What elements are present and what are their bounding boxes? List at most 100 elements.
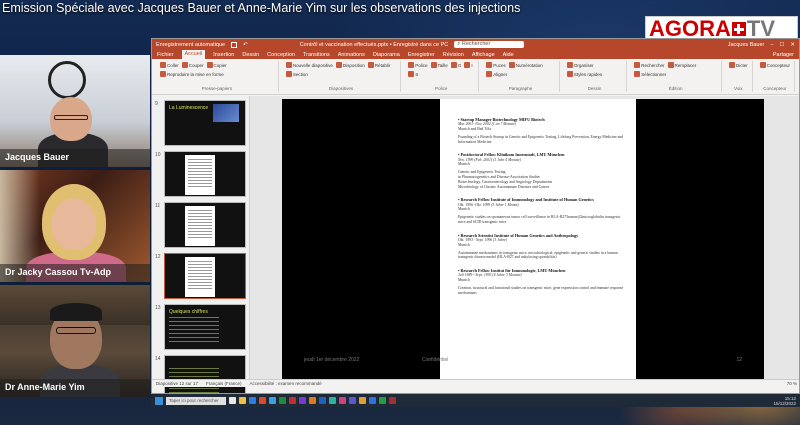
ribbon-button[interactable]: Sélectionner	[634, 71, 666, 77]
accessibility-indicator[interactable]: Accessibilité : examen recommandé	[250, 381, 322, 386]
ribbon-button[interactable]: Police	[408, 62, 428, 68]
tab-aide[interactable]: Aide	[503, 52, 514, 58]
ribbon-button[interactable]: Rechercher	[634, 62, 665, 68]
ribbon-button[interactable]: Rétablir	[367, 62, 391, 68]
windows-start-icon[interactable]	[155, 396, 163, 405]
powerpoint-window: Enregistrement automatique ↶ Contrôl et …	[151, 38, 800, 394]
current-slide[interactable]: • Startup Manager Biotechnology MIFU Bio…	[282, 99, 764, 381]
ribbon-button[interactable]: Disposition	[335, 62, 365, 68]
ribbon-button-label: Aligner	[493, 71, 508, 77]
ribbon-group-label: Presse-papiers	[201, 86, 233, 91]
ribbon-button[interactable]: Puces	[486, 62, 506, 68]
maximize-icon[interactable]: ☐	[779, 42, 784, 48]
user-name[interactable]: Jacques Bauer	[728, 42, 765, 48]
ribbon-command-icon	[508, 62, 515, 68]
ribbon-command-icon	[464, 62, 471, 68]
share-button[interactable]: Partager	[773, 52, 794, 58]
ribbon-command-icon	[728, 62, 735, 68]
taskbar-app-icon[interactable]	[339, 397, 346, 404]
taskbar-app-icon[interactable]	[319, 397, 326, 404]
taskbar-app-icon[interactable]	[259, 397, 266, 404]
ribbon-button[interactable]: Concepteur	[759, 62, 790, 68]
slide-thumbnail[interactable]: 14	[155, 355, 246, 393]
ribbon-command-icon	[634, 62, 641, 68]
taskbar-app-icon[interactable]	[359, 397, 366, 404]
save-icon[interactable]	[231, 41, 238, 48]
tab-fichier[interactable]: Fichier	[157, 52, 174, 58]
ribbon-group-items: Rechercher Remplacer Sélectionner	[634, 62, 717, 77]
taskbar-app-icon[interactable]	[349, 397, 356, 404]
autosave-toggle[interactable]: Enregistrement automatique	[156, 42, 225, 48]
ribbon-button-label: Section	[292, 71, 308, 77]
ribbon-button[interactable]: Couper	[181, 62, 204, 68]
ribbon-button[interactable]: G	[450, 62, 461, 68]
ribbon-group-items: Concepteur	[759, 62, 790, 68]
taskbar-app-icon[interactable]	[229, 397, 236, 404]
minimize-icon[interactable]: –	[770, 42, 773, 48]
ribbon-group-label: Concepteur	[763, 86, 787, 91]
ribbon-command-icon	[667, 62, 674, 68]
taskbar-search-input[interactable]: Taper ici pour rechercher	[166, 396, 226, 405]
ribbon-command-icon	[759, 62, 766, 68]
ribbon: Coller Couper Copier Reproduire la mise en …	[152, 59, 799, 95]
ribbon-button[interactable]: Numérotation	[508, 62, 543, 68]
ribbon-button[interactable]: Reproduire la mise en forme	[160, 71, 224, 77]
slide-thumbnail[interactable]: 11	[155, 202, 246, 248]
tab-animations[interactable]: Animations	[338, 52, 365, 58]
ribbon-button-label: Rétablir	[374, 62, 391, 68]
slide-thumbnail[interactable]: 10	[155, 151, 246, 197]
tab-transitions[interactable]: Transitions	[303, 52, 330, 58]
taskbar-app-icon[interactable]	[249, 397, 256, 404]
slide-thumbnail-pane[interactable]: 9 La Luminescence 10 11 12 13 Quelques chiffre…	[152, 96, 250, 393]
taskbar-app-icon[interactable]	[299, 397, 306, 404]
ribbon-button[interactable]: Section	[285, 71, 308, 77]
ribbon-button[interactable]: Coller	[160, 62, 179, 68]
ribbon-button-label: Nouvelle diapositive	[292, 62, 333, 68]
tab-enregistrer[interactable]: Enregistrer	[408, 52, 435, 58]
cv-entry-line: Autoimmune mechanisms in transgenic mice…	[458, 250, 618, 260]
taskbar-app-icon[interactable]	[309, 397, 316, 404]
slide-thumbnail-number: 13	[155, 305, 161, 311]
tab-accueil[interactable]: Accueil	[181, 50, 206, 59]
slide-thumbnail[interactable]: 13 Quelques chiffres	[155, 304, 246, 350]
zoom-level[interactable]: 70 %	[787, 381, 797, 386]
ribbon-button[interactable]: Copier	[206, 62, 227, 68]
tab-conception[interactable]: Conception	[267, 52, 295, 58]
taskbar-app-icon[interactable]	[379, 397, 386, 404]
ribbon-command-icon	[408, 62, 415, 68]
ribbon-button[interactable]: Taille	[430, 62, 448, 68]
ribbon-button[interactable]: Dicter	[728, 62, 748, 68]
tab-r-vision[interactable]: Révision	[443, 52, 464, 58]
participant-name-label: Dr Jacky Cassou Tv-Adp	[0, 264, 150, 282]
windows-taskbar: Taper ici pour rechercher 15:12 15/12/20…	[151, 394, 800, 407]
ribbon-button[interactable]: Remplacer	[667, 62, 697, 68]
ribbon-button[interactable]: Organiser	[566, 62, 594, 68]
ribbon-button-label: Remplacer	[674, 62, 697, 68]
ribbon-button[interactable]: Nouvelle diapositive	[285, 62, 333, 68]
language-indicator[interactable]: Français (France)	[206, 381, 242, 386]
taskbar-app-icon[interactable]	[369, 397, 376, 404]
ribbon-command-icon	[566, 71, 573, 77]
thumbnail-document-preview	[185, 155, 215, 195]
taskbar-app-icon[interactable]	[279, 397, 286, 404]
tab-affichage[interactable]: Affichage	[472, 52, 495, 58]
undo-icon[interactable]: ↶	[243, 42, 248, 48]
ribbon-button[interactable]: Styles rapides	[566, 71, 602, 77]
taskbar-app-icon[interactable]	[289, 397, 296, 404]
taskbar-app-icon[interactable]	[239, 397, 246, 404]
tab-insertion[interactable]: Insertion	[213, 52, 234, 58]
taskbar-app-icon[interactable]	[389, 397, 396, 404]
search-box[interactable]: ⌕ Rechercher	[454, 41, 525, 48]
ribbon-button[interactable]: Aligner	[486, 71, 507, 77]
slide-thumbnail[interactable]: 9 La Luminescence	[155, 100, 246, 146]
ribbon-button[interactable]: S	[408, 71, 418, 77]
ribbon-group: Organiser Styles rapides Dessin	[563, 61, 628, 92]
taskbar-app-icon[interactable]	[269, 397, 276, 404]
ribbon-button[interactable]: I	[464, 62, 473, 68]
slide-thumbnail[interactable]: 12	[155, 253, 246, 299]
tab-diaporama[interactable]: Diaporama	[373, 52, 400, 58]
taskbar-clock[interactable]: 15:12 15/12/2022	[773, 396, 796, 406]
tab-dessin[interactable]: Dessin	[242, 52, 259, 58]
taskbar-app-icon[interactable]	[329, 397, 336, 404]
close-icon[interactable]: ✕	[790, 42, 795, 48]
